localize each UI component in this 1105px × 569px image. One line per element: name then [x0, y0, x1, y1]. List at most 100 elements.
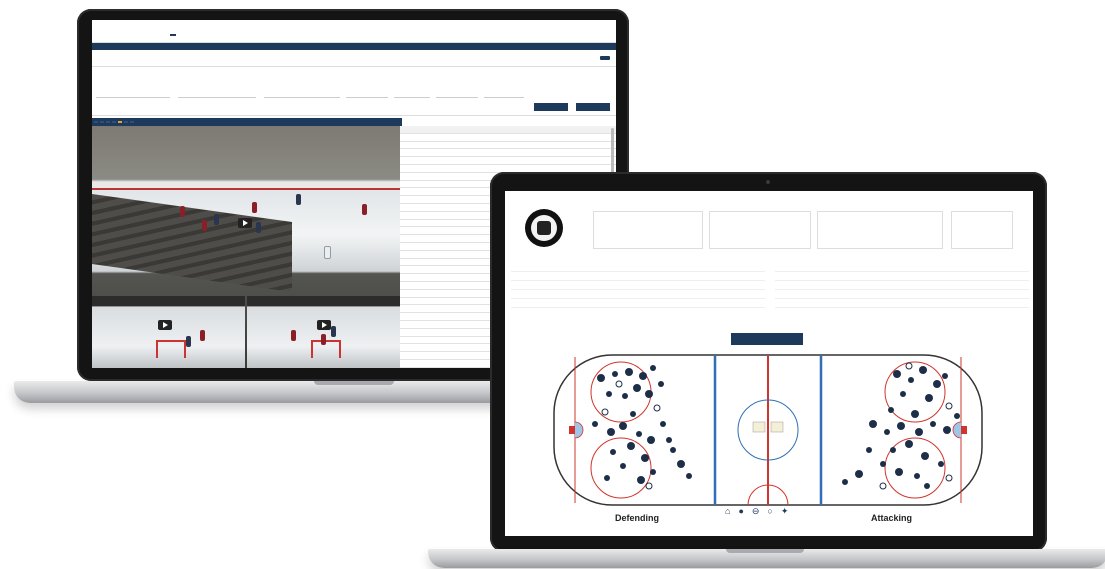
shot-marker[interactable] — [647, 436, 655, 444]
shot-marker[interactable] — [893, 370, 901, 378]
shot-marker[interactable] — [666, 437, 672, 443]
filter-input[interactable] — [484, 97, 524, 98]
shot-marker[interactable] — [869, 420, 877, 428]
shot-marker[interactable] — [890, 447, 896, 453]
shot-marker[interactable] — [606, 391, 612, 397]
shot-marker[interactable] — [650, 469, 656, 475]
shot-marker[interactable] — [633, 384, 641, 392]
toolbar-tab-active[interactable] — [118, 121, 122, 123]
table-row[interactable] — [400, 149, 616, 158]
shot-marker[interactable] — [607, 428, 615, 436]
filter-input[interactable] — [96, 97, 170, 98]
shot-marker[interactable] — [919, 366, 927, 374]
player — [180, 206, 185, 217]
shot-marker[interactable] — [686, 473, 692, 479]
post-icon: ✦ — [780, 506, 789, 516]
shot-marker[interactable] — [905, 440, 913, 448]
shot-marker[interactable] — [942, 373, 948, 379]
defending-label: Defending — [615, 513, 659, 523]
shot-marker[interactable] — [925, 394, 933, 402]
shot-marker[interactable] — [938, 461, 944, 467]
table-row[interactable] — [400, 142, 616, 150]
shot-marker[interactable] — [630, 411, 636, 417]
shot-marker[interactable] — [930, 421, 936, 427]
shot-marker[interactable] — [954, 413, 960, 419]
play-icon[interactable] — [317, 320, 331, 330]
camera-thumbnail[interactable] — [92, 296, 245, 368]
total-button[interactable] — [731, 333, 803, 345]
table-row[interactable] — [400, 134, 616, 142]
top-tab[interactable] — [160, 34, 166, 36]
shot-marker[interactable] — [914, 473, 920, 479]
shot-marker[interactable] — [924, 483, 930, 489]
top-tab[interactable] — [180, 34, 186, 36]
shot-marker[interactable] — [933, 380, 941, 388]
shot-marker[interactable] — [592, 421, 598, 427]
filter-input[interactable] — [436, 97, 478, 98]
toolbar-tab[interactable] — [124, 121, 128, 123]
toolbar-tab[interactable] — [130, 121, 134, 123]
shot-marker[interactable] — [620, 463, 626, 469]
shot-marker[interactable] — [597, 374, 605, 382]
reset-button[interactable] — [576, 103, 610, 111]
shot-marker[interactable] — [921, 452, 929, 460]
shot-marker[interactable] — [915, 428, 923, 436]
table-row[interactable] — [400, 157, 616, 165]
shot-marker[interactable] — [897, 422, 905, 430]
camera-thumbnail[interactable] — [247, 296, 400, 368]
toolbar-tab[interactable] — [112, 121, 116, 123]
filter-input[interactable] — [264, 97, 340, 98]
shot-marker[interactable] — [622, 393, 628, 399]
toolbar-tab[interactable] — [94, 121, 98, 123]
main-video-player[interactable] — [92, 126, 400, 368]
shot-marker[interactable] — [884, 429, 890, 435]
shot-marker[interactable] — [650, 365, 656, 371]
legend-item[interactable]: ● — [738, 507, 743, 517]
player — [202, 220, 207, 231]
shot-marker[interactable] — [619, 422, 627, 430]
toolbar-tab[interactable] — [100, 121, 104, 123]
shot-marker[interactable] — [908, 377, 914, 383]
title-action-button[interactable] — [600, 56, 610, 60]
shot-marker[interactable] — [639, 372, 647, 380]
shot-marker[interactable] — [677, 460, 685, 468]
shot-marker[interactable] — [670, 447, 676, 453]
shot-marker[interactable] — [911, 410, 919, 418]
shot-marker[interactable] — [855, 470, 863, 478]
shot-marker[interactable] — [888, 407, 894, 413]
shot-marker[interactable] — [641, 454, 649, 462]
play-icon[interactable] — [238, 218, 252, 228]
shot-marker[interactable] — [660, 421, 666, 427]
shot-marker[interactable] — [636, 431, 642, 437]
legend-item[interactable]: ⌂ — [725, 507, 730, 517]
shot-marker[interactable] — [610, 449, 616, 455]
shot-marker[interactable] — [604, 475, 610, 481]
shot-marker[interactable] — [900, 391, 906, 397]
shot-marker[interactable] — [612, 371, 618, 377]
shot-marker[interactable] — [895, 468, 903, 476]
legend-item[interactable]: ✦ — [781, 507, 789, 517]
shot-marker[interactable] — [625, 368, 633, 376]
top-tab-active[interactable] — [170, 34, 176, 36]
filter-input[interactable] — [346, 97, 388, 98]
legend-item[interactable]: ○ — [767, 507, 772, 517]
shot-marker[interactable] — [637, 476, 645, 484]
legend-item[interactable]: ⊖ — [752, 507, 760, 517]
shot-marker[interactable] — [658, 381, 664, 387]
filter-box[interactable] — [709, 211, 811, 249]
toolbar-tab[interactable] — [106, 121, 110, 123]
shot-legend: ⌂ ● ⊖ ○ ✦ — [725, 507, 788, 517]
shot-marker[interactable] — [627, 442, 635, 450]
apply-button[interactable] — [534, 103, 568, 111]
top-tabs — [150, 34, 186, 36]
play-icon[interactable] — [158, 320, 172, 330]
filter-input[interactable] — [178, 97, 256, 98]
filter-input[interactable] — [394, 97, 430, 98]
top-tab[interactable] — [150, 34, 156, 36]
shot-marker[interactable] — [866, 447, 872, 453]
shot-marker[interactable] — [645, 390, 653, 398]
shot-marker[interactable] — [943, 426, 951, 434]
team-stats-table — [511, 263, 765, 319]
shot-marker[interactable] — [842, 479, 848, 485]
shot-marker[interactable] — [880, 461, 886, 467]
